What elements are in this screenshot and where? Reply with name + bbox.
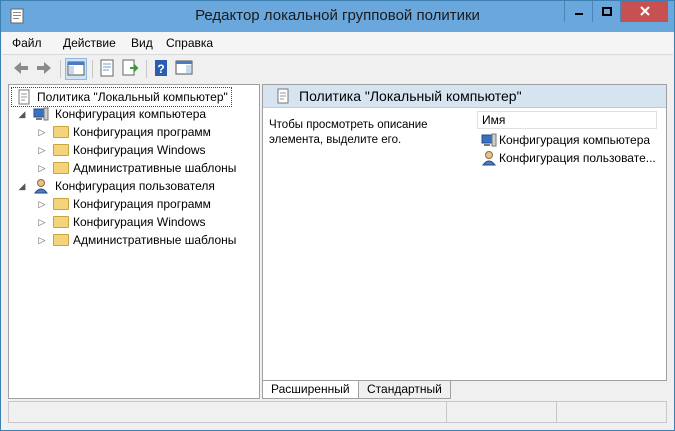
tree-item-computer-software[interactable]: ▷ Конфигурация программ [37, 123, 211, 141]
maximize-icon [601, 7, 612, 16]
tree-item-label: Административные шаблоны [73, 233, 237, 247]
status-bar [8, 401, 667, 423]
minimize-button[interactable] [564, 1, 592, 22]
collapsed-arrow-icon[interactable]: ▷ [37, 123, 47, 141]
expanded-arrow-icon[interactable]: ◢ [17, 105, 27, 123]
tree-item-label: Конфигурация программ [73, 125, 211, 139]
svg-text:?: ? [157, 62, 164, 76]
tree-item-computer-admin-templates[interactable]: ▷ Административные шаблоны [37, 159, 237, 177]
tree-item-label: Конфигурация пользователя [55, 179, 215, 193]
tab-extended[interactable]: Расширенный [262, 381, 359, 399]
collapsed-arrow-icon[interactable]: ▷ [37, 195, 47, 213]
user-icon [481, 151, 497, 166]
tree-item-label: Конфигурация компьютера [55, 107, 207, 121]
export-list-icon [122, 59, 139, 76]
export-list-button[interactable] [120, 58, 142, 80]
show-hide-console-tree-icon [67, 61, 85, 76]
show-action-pane-icon [175, 60, 193, 75]
tree-root-label: Политика "Локальный компьютер" [37, 90, 228, 104]
console-tree-pane: Политика "Локальный компьютер" ◢ Конфигу… [8, 84, 260, 399]
minimize-icon [574, 13, 583, 15]
folder-icon [53, 198, 69, 210]
console-tree-button[interactable] [65, 58, 87, 80]
properties-icon [100, 59, 114, 77]
menu-action[interactable]: Действие [63, 36, 116, 50]
back-button[interactable] [11, 58, 33, 80]
collapsed-arrow-icon[interactable]: ▷ [37, 159, 47, 177]
title-bar[interactable]: Редактор локальной групповой политики [1, 1, 674, 32]
main-window: Редактор локальной групповой политики Фа… [0, 0, 675, 431]
tab-standard[interactable]: Стандартный [358, 381, 451, 399]
menu-view[interactable]: Вид [131, 36, 153, 50]
expanded-arrow-icon[interactable]: ◢ [17, 177, 27, 195]
close-button[interactable] [620, 1, 668, 22]
help-button[interactable]: ? [151, 58, 173, 80]
view-tabs: Расширенный Стандартный [262, 381, 667, 399]
folder-icon [53, 144, 69, 156]
folder-icon [53, 234, 69, 246]
tree-root-local-policy[interactable]: Политика "Локальный компьютер" [11, 87, 232, 107]
tree-item-label: Административные шаблоны [73, 161, 237, 175]
tree-item-user-software[interactable]: ▷ Конфигурация программ [37, 195, 211, 213]
collapsed-arrow-icon[interactable]: ▷ [37, 141, 47, 159]
computer-icon [481, 133, 497, 147]
maximize-button[interactable] [592, 1, 620, 22]
policy-document-icon [277, 88, 289, 104]
list-item-label: Конфигурация компьютера [499, 133, 651, 147]
details-pane: Политика "Локальный компьютер" Чтобы про… [262, 84, 667, 381]
toolbar: ? [2, 54, 673, 83]
menu-bar: Файл Действие Вид Справка [2, 32, 673, 54]
tree-item-user-config[interactable]: ◢ Конфигурация пользователя [17, 177, 215, 195]
list-item-computer-config[interactable]: Конфигурация компьютера [481, 131, 650, 149]
tree-item-computer-windows[interactable]: ▷ Конфигурация Windows [37, 141, 206, 159]
tree-item-user-admin-templates[interactable]: ▷ Административные шаблоны [37, 231, 237, 249]
description-text: Чтобы просмотреть описание элемента, выд… [269, 119, 428, 146]
back-arrow-icon [14, 62, 28, 74]
action-pane-button[interactable] [174, 58, 196, 80]
computer-icon [33, 107, 49, 121]
collapsed-arrow-icon[interactable]: ▷ [37, 231, 47, 249]
collapsed-arrow-icon[interactable]: ▷ [37, 213, 47, 231]
tree-item-label: Конфигурация программ [73, 197, 211, 211]
tree-item-label: Конфигурация Windows [73, 215, 206, 229]
menu-file[interactable]: Файл [12, 36, 42, 50]
tree-item-user-windows[interactable]: ▷ Конфигурация Windows [37, 213, 206, 231]
column-header-name[interactable]: Имя [477, 111, 657, 129]
forward-arrow-icon [37, 62, 51, 74]
folder-icon [53, 216, 69, 228]
policy-document-icon [18, 89, 30, 105]
tree-item-computer-config[interactable]: ◢ Конфигурация компьютера [17, 105, 207, 123]
folder-icon [53, 162, 69, 174]
list-item-label: Конфигурация пользовате... [499, 151, 656, 165]
folder-icon [53, 126, 69, 138]
user-icon [33, 179, 49, 194]
tree-item-label: Конфигурация Windows [73, 143, 206, 157]
list-item-user-config[interactable]: Конфигурация пользовате... [481, 149, 656, 167]
menu-help[interactable]: Справка [166, 36, 213, 50]
forward-button[interactable] [34, 58, 56, 80]
details-title: Политика "Локальный компьютер" [299, 88, 522, 104]
properties-button[interactable] [97, 58, 119, 80]
help-icon: ? [155, 60, 167, 76]
close-icon [639, 6, 650, 16]
details-header: Политика "Локальный компьютер" [263, 85, 666, 108]
